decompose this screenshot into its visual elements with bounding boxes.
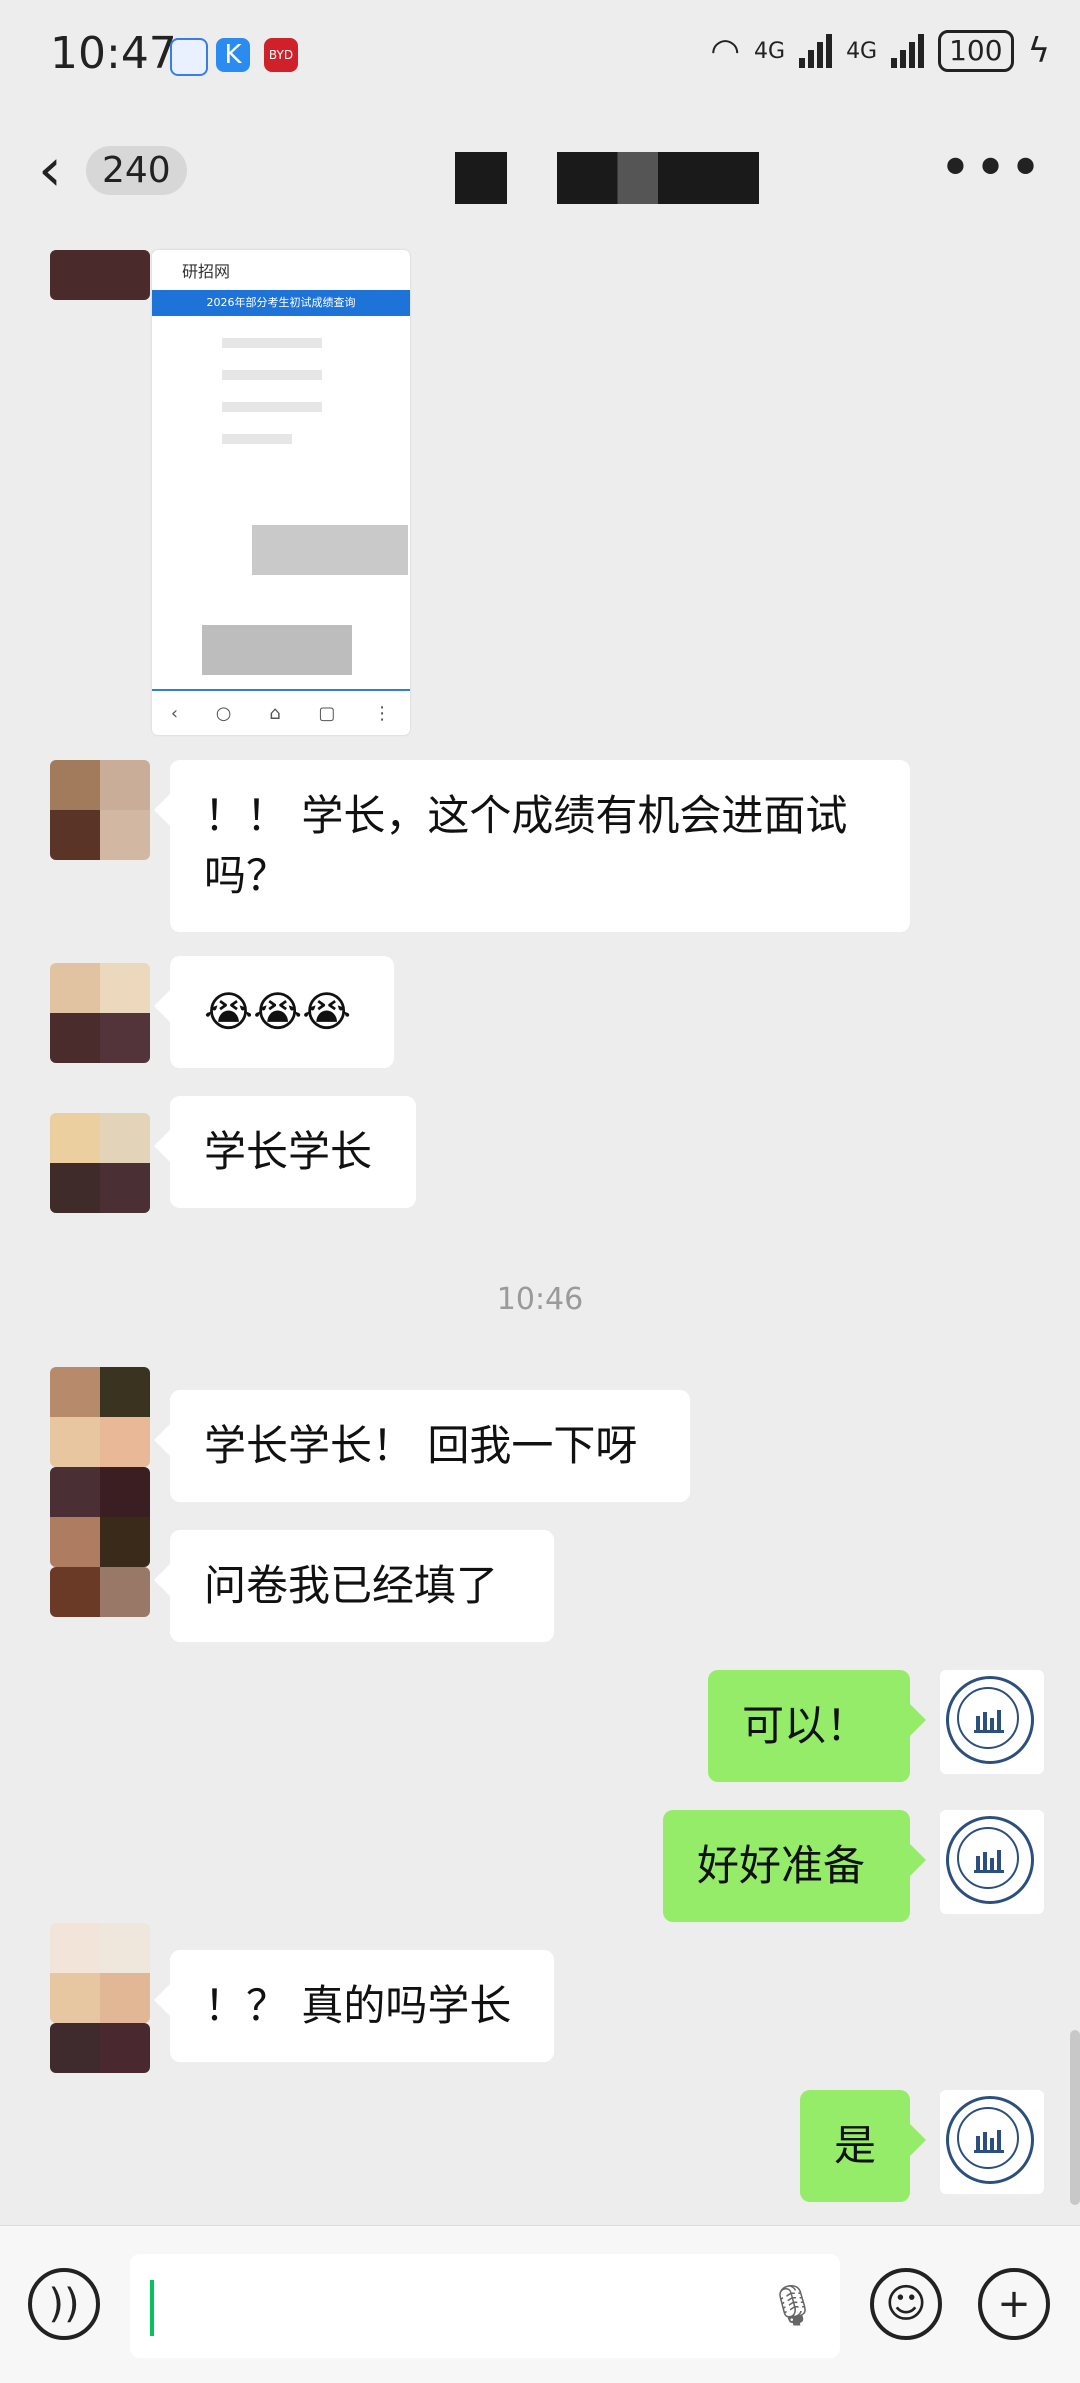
contact-avatar-extra (50, 1567, 150, 1617)
k-app-icon: K (216, 38, 250, 72)
emoji-icon[interactable]: ☺ (870, 2268, 942, 2340)
screenshot-image-message[interactable]: 研招网 2026年部分考生初试成绩查询 ‹ ○ ⌂ ▢ ⋮ (152, 250, 410, 735)
chat-message-list[interactable]: 研招网 2026年部分考生初试成绩查询 ‹ ○ ⌂ ▢ ⋮ ！！ 学长，这个成绩有机会进… (0, 230, 1080, 2225)
contact-avatar-extra (50, 2023, 150, 2073)
chat-input-bar: )) 🎙 ☺ + (0, 2225, 1080, 2383)
chat-header: ‹ 240 ••• (0, 110, 1080, 230)
battery-indicator: 100 (938, 30, 1014, 72)
charging-icon: ϟ (1027, 31, 1050, 71)
signal-icon-2 (891, 34, 925, 68)
seal-logo-avatar[interactable] (940, 1670, 1044, 1774)
contact-avatar[interactable] (50, 963, 150, 1063)
byd-app-icon: BYD (264, 38, 298, 72)
message-bubble-incoming[interactable]: 问卷我已经填了 (154, 1530, 554, 1642)
chat-title-redacted-2 (557, 152, 759, 204)
thumb-nav-bar: ‹ ○ ⌂ ▢ ⋮ (152, 689, 410, 735)
message-bubble-incoming[interactable]: 学长学长 (154, 1096, 416, 1208)
chevron-left-icon[interactable]: ‹ (38, 140, 62, 200)
contact-avatar[interactable] (50, 1367, 150, 1467)
wifi-icon: ◠ (710, 31, 741, 71)
plus-icon[interactable]: + (978, 2268, 1050, 2340)
calendar-app-icon (170, 38, 208, 76)
chat-scrollbar[interactable] (1070, 2030, 1080, 2205)
status-bar: 10:47 K BYD ◠ 4G 4G 100 ϟ (0, 0, 1080, 110)
microphone-icon[interactable]: 🎙 (767, 2282, 818, 2329)
status-time: 10:47 (50, 28, 177, 79)
chat-title-redacted (455, 152, 507, 204)
text-caret (150, 2280, 154, 2336)
message-bubble-incoming[interactable]: ！？ 真的吗学长 (154, 1950, 554, 2062)
seal-logo-avatar[interactable] (940, 2090, 1044, 2194)
contact-avatar[interactable] (50, 760, 150, 860)
thumb-banner: 2026年部分考生初试成绩查询 (152, 290, 410, 316)
contact-avatar[interactable] (50, 1923, 150, 2023)
message-bubble-incoming[interactable]: 学长学长！ 回我一下呀 (154, 1390, 690, 1502)
contact-avatar[interactable] (50, 250, 150, 300)
network-label-1: 4G (754, 38, 786, 64)
message-bubble-incoming[interactable]: ！！ 学长，这个成绩有机会进面试吗？ (154, 760, 910, 932)
voice-icon[interactable]: )) (28, 2268, 100, 2340)
message-timestamp: 10:46 (496, 1282, 584, 1317)
message-bubble-outgoing[interactable]: 好好准备 (663, 1810, 926, 1922)
more-dots-icon[interactable]: ••• (939, 136, 1044, 201)
seal-logo-avatar[interactable] (940, 1810, 1044, 1914)
signal-icon (799, 34, 833, 68)
unread-count-badge[interactable]: 240 (86, 146, 187, 195)
message-input[interactable]: 🎙 (130, 2254, 840, 2358)
message-bubble-incoming[interactable]: 😭😭😭 (154, 956, 394, 1068)
contact-avatar[interactable] (50, 1113, 150, 1213)
contact-avatar[interactable] (50, 1467, 150, 1567)
message-bubble-outgoing[interactable]: 是 (800, 2090, 926, 2202)
message-bubble-outgoing[interactable]: 可以！ (708, 1670, 926, 1782)
network-label-2: 4G (846, 38, 878, 64)
thumb-header: 研招网 (182, 262, 231, 281)
